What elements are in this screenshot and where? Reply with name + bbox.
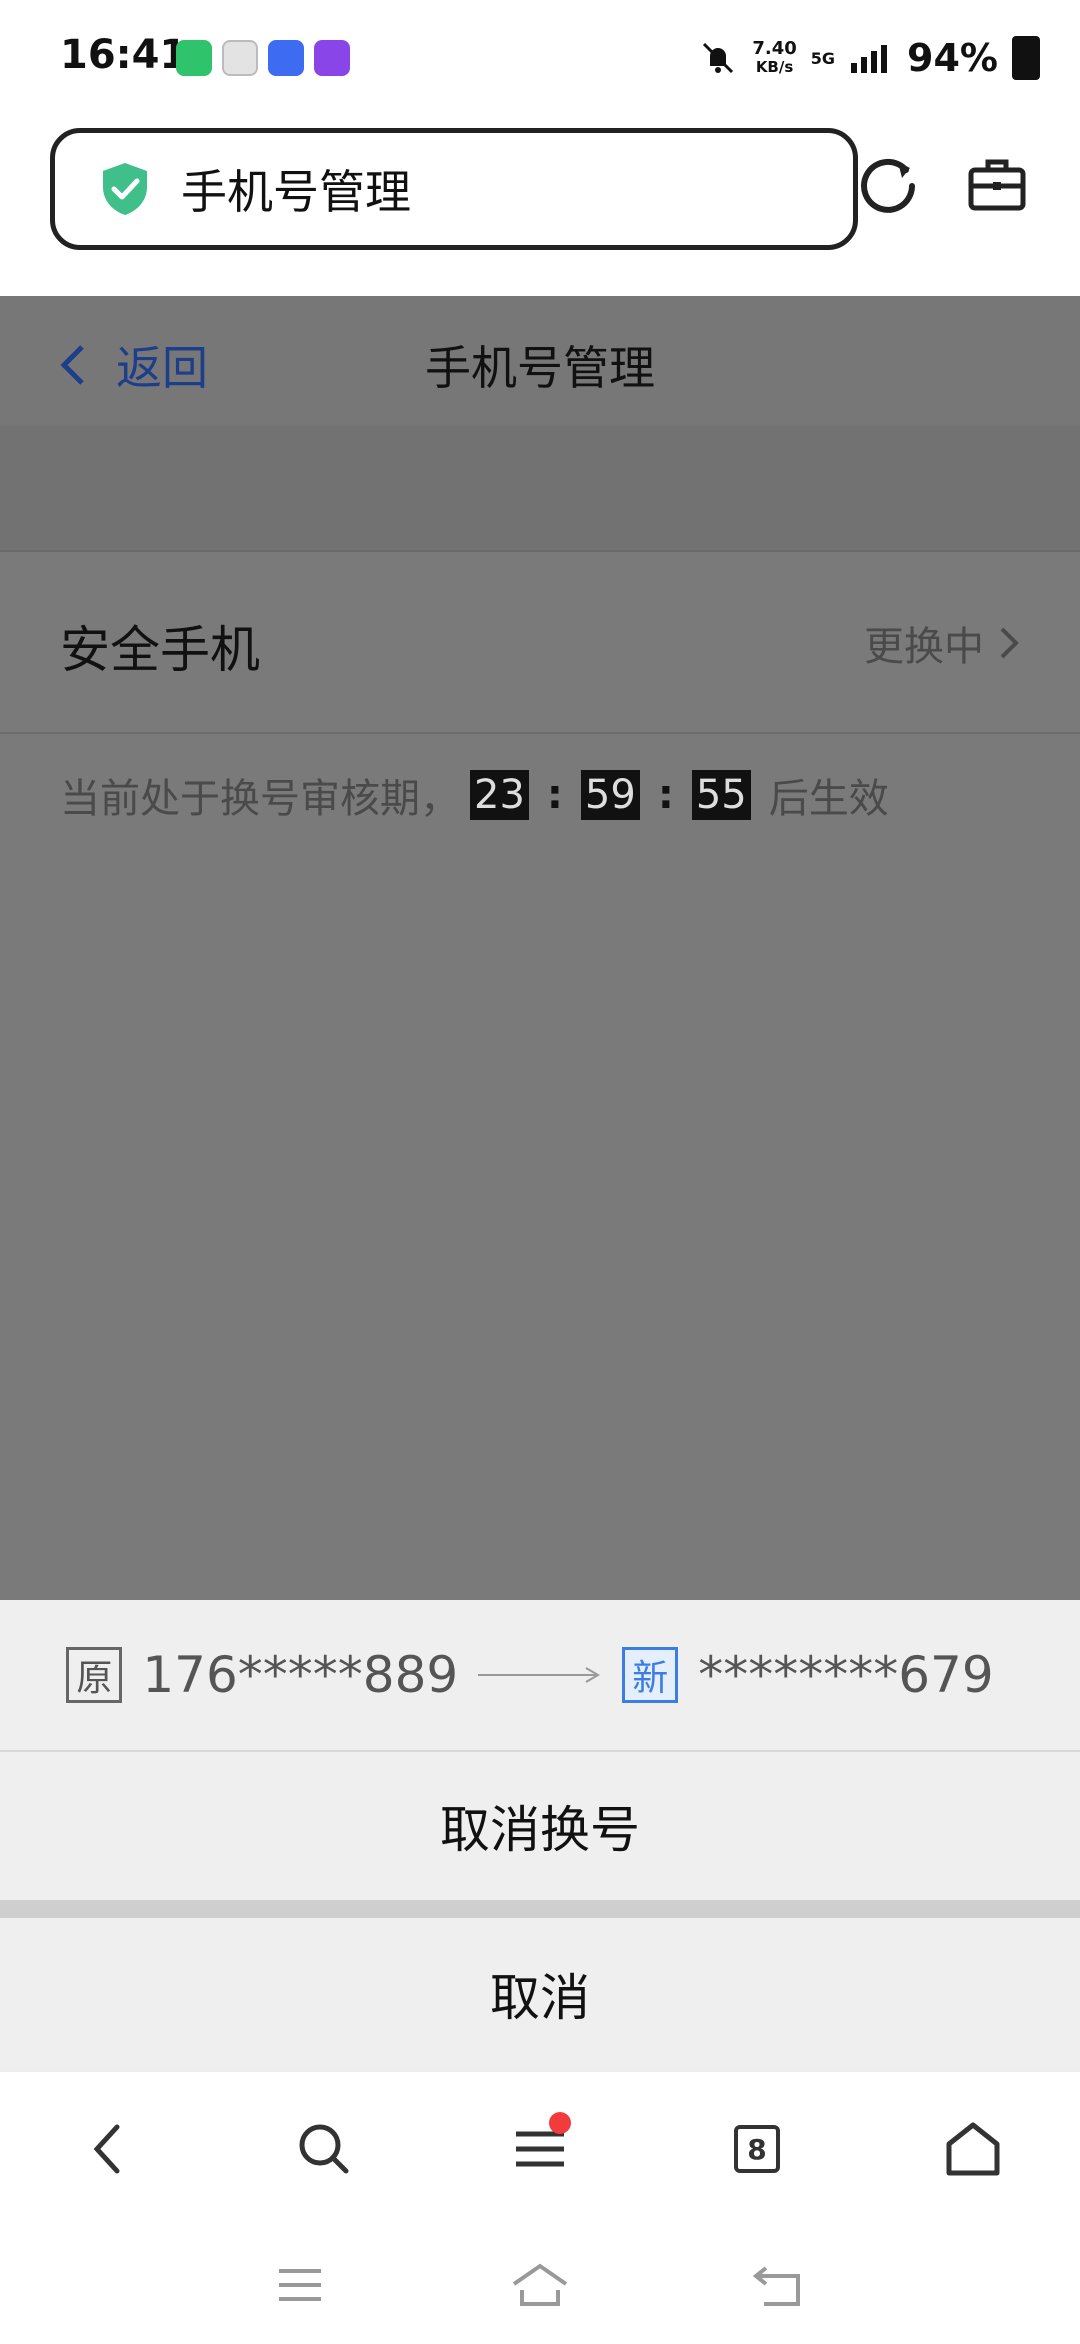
page-header: 返回 手机号管理	[0, 296, 1080, 426]
browser-nav-bar: 8	[0, 2070, 1080, 2222]
mute-icon	[703, 42, 734, 74]
refresh-icon	[861, 158, 915, 213]
section-divider	[0, 426, 1080, 552]
signal-icon	[851, 45, 888, 73]
timer-separator: :	[657, 772, 674, 818]
action-sheet: 原 176*****889 新 ********679 取消换号 取消	[0, 1600, 1080, 2070]
home-icon	[512, 2263, 568, 2306]
system-menu-button[interactable]	[270, 2260, 330, 2310]
sheet-separator	[0, 1900, 1080, 1918]
browser-toolbar: 手机号管理	[0, 120, 1080, 296]
status-indicators: 7.40 KB/s 5G 94%	[698, 36, 1040, 80]
nav-menu-button[interactable]	[505, 2112, 575, 2184]
back-arrow-icon	[752, 2266, 800, 2306]
cancel-button[interactable]: 取消	[0, 1918, 1080, 2070]
notification-dot	[549, 2112, 571, 2134]
status-time: 16:41	[60, 32, 188, 78]
security-phone-label: 安全手机	[60, 621, 260, 679]
cancel-change-button[interactable]: 取消换号	[0, 1752, 1080, 1900]
notice-suffix: 后生效	[768, 776, 889, 822]
timer-seconds: 55	[691, 770, 751, 820]
battery-percent: 94%	[907, 36, 998, 80]
arrow-right-icon	[478, 1667, 601, 1683]
menu-icon	[279, 2269, 321, 2301]
address-bar[interactable]: 手机号管理	[50, 128, 858, 250]
settings-app-icon	[222, 40, 258, 76]
nav-search-button[interactable]	[289, 2114, 359, 2184]
page-title: 手机号管理	[425, 341, 655, 395]
chevron-right-icon	[1000, 627, 1019, 659]
timer-minutes: 59	[580, 770, 640, 820]
toolbox-button[interactable]	[962, 150, 1032, 220]
old-number-tag: 原	[66, 1647, 123, 1703]
new-number: ********679	[698, 1646, 994, 1704]
timer-hours: 23	[470, 770, 529, 820]
system-nav-bar	[0, 2220, 1080, 2344]
refresh-button[interactable]	[854, 150, 924, 220]
nav-tabs-button[interactable]: 8	[722, 2114, 792, 2184]
phone-app-icon	[176, 40, 212, 76]
page-content: 返回 手机号管理 安全手机 更换中 当前处于换号审核期， 23 : 59 : 5…	[0, 296, 1080, 1600]
security-phone-row[interactable]: 安全手机 更换中	[0, 552, 1080, 734]
network-speed: 7.40 KB/s	[752, 38, 797, 77]
toolbox-icon	[968, 159, 1026, 211]
new-number-tag: 新	[622, 1647, 679, 1703]
chevron-left-icon	[93, 2124, 120, 2174]
nav-back-button[interactable]	[72, 2114, 142, 2184]
system-home-button[interactable]	[510, 2260, 570, 2310]
status-bar: 16:41 7.40 KB/s 5G 94%	[0, 0, 1080, 120]
system-back-button[interactable]	[750, 2260, 810, 2310]
number-swap-info: 原 176*****889 新 ********679	[0, 1600, 1080, 1752]
old-number: 176*****889	[142, 1646, 459, 1704]
security-phone-status: 更换中	[864, 614, 1020, 672]
search-icon	[299, 2124, 349, 2174]
notice-text: 当前处于换号审核期，	[60, 776, 460, 822]
timer-separator: :	[546, 772, 563, 818]
vivo-app-icon	[268, 40, 304, 76]
shortcut-app-icon	[314, 40, 350, 76]
home-icon	[946, 2122, 1000, 2176]
nav-home-button[interactable]	[938, 2114, 1008, 2184]
shield-check-icon	[103, 163, 147, 215]
address-bar-title: 手机号管理	[181, 165, 411, 219]
battery-icon	[1012, 36, 1040, 80]
network-type: 5G	[810, 48, 836, 68]
review-notice: 当前处于换号审核期， 23 : 59 : 55 后生效	[60, 766, 889, 824]
tab-count: 8	[734, 2125, 780, 2173]
